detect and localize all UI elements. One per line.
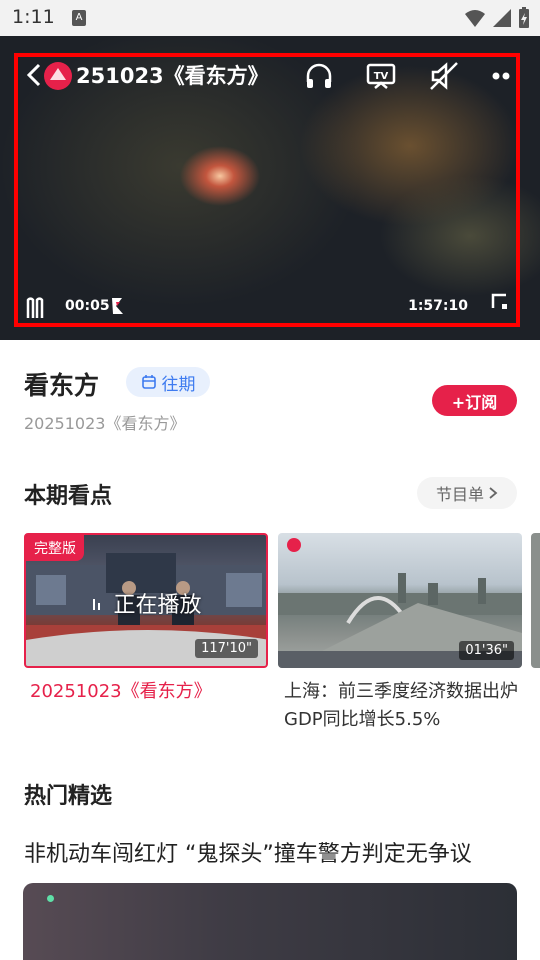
now-playing-text: 正在播放 [113, 593, 202, 618]
hot-picks-title: 热门精选 [24, 784, 113, 809]
player-highlight-frame [14, 53, 520, 327]
chevron-right-icon [489, 487, 498, 499]
more-icon[interactable] [486, 60, 518, 92]
highlight-thumbnail: 完整版 正在播放 117'10" [24, 533, 268, 668]
status-bar: 1:11 A [0, 0, 540, 36]
status-icons [464, 7, 530, 29]
hot-item-title[interactable]: 非机动车闯红灯 “鬼探头”撞车警方判定无争议 [24, 836, 472, 868]
program-list-button[interactable]: 节目单 [417, 477, 517, 509]
status-time: 1:11 [12, 6, 55, 28]
highlight-card-title: 20251023《看东方》 [30, 681, 212, 702]
signal-icon [493, 9, 511, 27]
highlight-card[interactable]: 完整版 正在播放 117'10" 20251023《看东方》 [24, 533, 268, 706]
program-list-label: 节目单 [435, 485, 484, 504]
now-playing-label: 正在播放 [26, 587, 266, 619]
channel-logo-icon [44, 62, 72, 90]
highlight-card[interactable]: 01'36" 上海：前三季度经济数据出炉 GDP同比增长5.5% [278, 533, 522, 734]
calendar-icon [141, 375, 156, 389]
total-duration: 1:57:10 [408, 298, 468, 314]
highlight-thumbnail: 01'36" [278, 533, 522, 668]
past-episodes-button[interactable]: 往期 [126, 367, 210, 397]
pause-icon[interactable] [24, 294, 46, 320]
playing-bars-icon [93, 599, 101, 610]
watermark-logo-icon [112, 298, 123, 314]
headphones-icon[interactable] [303, 60, 335, 92]
notification-icon: A [72, 10, 86, 26]
duration-badge: 117'10" [195, 639, 258, 658]
full-version-badge: 完整版 [26, 535, 84, 561]
program-subtitle: 20251023《看东方》 [24, 414, 186, 433]
svg-text:TV: TV [374, 71, 389, 82]
hot-item-thumbnail[interactable] [23, 883, 517, 960]
battery-icon [519, 7, 529, 28]
player-title: 251023《看东方》 [76, 64, 269, 88]
tv-cast-icon[interactable]: TV [365, 60, 397, 92]
highlights-title: 本期看点 [24, 484, 113, 509]
video-player[interactable]: 251023《看东方》 TV 00:05 1:57:10 [0, 36, 540, 340]
mute-icon[interactable] [428, 60, 460, 92]
program-title: 看东方 [24, 371, 100, 400]
current-time: 00:05 [65, 298, 110, 314]
next-card-peek[interactable] [531, 533, 540, 668]
past-episodes-label: 往期 [161, 374, 196, 395]
highlight-card-title: 上海：前三季度经济数据出炉 GDP同比增长5.5% [284, 681, 518, 730]
light-dot [47, 895, 54, 902]
duration-badge: 01'36" [459, 641, 514, 660]
fullscreen-icon[interactable] [490, 292, 510, 312]
subscribe-button[interactable]: +订阅 [432, 385, 517, 416]
wifi-icon [465, 10, 485, 27]
